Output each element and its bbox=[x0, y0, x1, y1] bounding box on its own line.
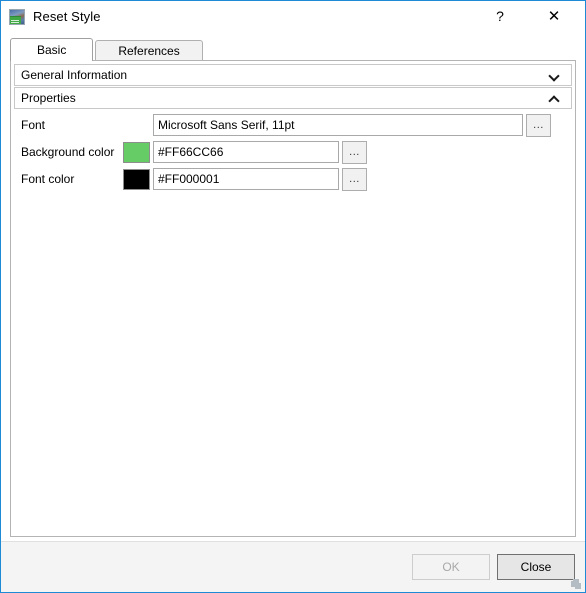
group-header-general-information[interactable]: General Information bbox=[14, 64, 572, 86]
tab-basic-label: Basic bbox=[37, 43, 67, 57]
background-color-browse-button[interactable]: ... bbox=[342, 140, 367, 164]
tab-basic[interactable]: Basic bbox=[10, 38, 94, 61]
group-general-information-label: General Information bbox=[21, 68, 128, 82]
font-label: Font bbox=[21, 118, 46, 132]
close-button-footer[interactable]: Close bbox=[497, 554, 575, 580]
dialog-footer: OK Close bbox=[1, 541, 585, 592]
group-properties-label: Properties bbox=[21, 91, 76, 105]
font-input[interactable] bbox=[153, 114, 523, 136]
tab-references-label: References bbox=[118, 44, 180, 58]
tab-page-basic: General Information Properties Font ... … bbox=[10, 60, 576, 537]
background-color-swatch[interactable] bbox=[123, 141, 150, 163]
background-color-label: Background color bbox=[21, 145, 115, 159]
font-color-label: Font color bbox=[21, 172, 75, 186]
tab-strip: Basic References bbox=[10, 38, 576, 61]
dialog-window: Reset Style ? ✕ Basic References General… bbox=[0, 0, 586, 593]
chevron-down-icon[interactable] bbox=[549, 69, 561, 81]
window-title: Reset Style bbox=[33, 9, 101, 24]
font-color-browse-button[interactable]: ... bbox=[342, 167, 367, 191]
font-color-input[interactable] bbox=[153, 168, 339, 190]
tab-references[interactable]: References bbox=[95, 40, 203, 61]
background-color-input[interactable] bbox=[153, 141, 339, 163]
property-row-font: Font ... bbox=[11, 113, 575, 137]
chevron-up-icon[interactable] bbox=[549, 92, 561, 104]
style-image-icon bbox=[9, 8, 25, 25]
help-icon[interactable]: ? bbox=[477, 1, 523, 31]
property-row-background-color: Background color ... bbox=[11, 140, 575, 164]
close-icon[interactable]: ✕ bbox=[531, 1, 577, 31]
icon-green-band bbox=[10, 15, 21, 24]
group-header-properties[interactable]: Properties bbox=[14, 87, 572, 109]
title-bar: Reset Style ? ✕ bbox=[1, 1, 585, 32]
resize-grip[interactable] bbox=[569, 577, 583, 591]
font-browse-button[interactable]: ... bbox=[526, 113, 551, 137]
ok-button[interactable]: OK bbox=[412, 554, 490, 580]
property-row-font-color: Font color ... bbox=[11, 167, 575, 191]
font-color-swatch[interactable] bbox=[123, 168, 150, 190]
